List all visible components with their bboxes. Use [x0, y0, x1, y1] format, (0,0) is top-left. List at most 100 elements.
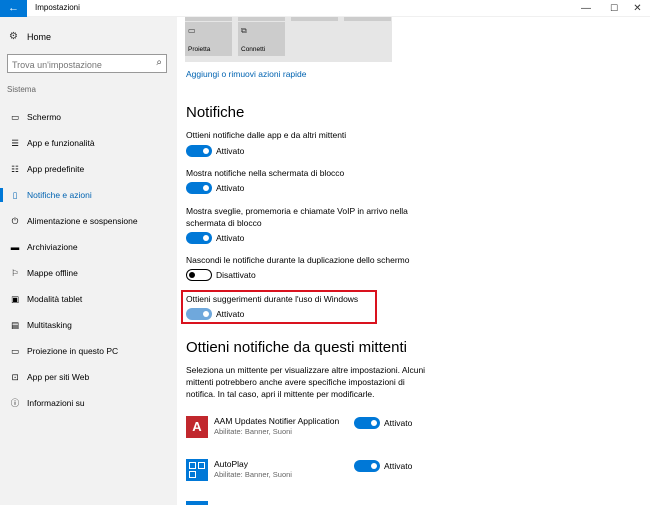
sidebar-item-label: Schermo	[27, 112, 62, 122]
edit-quick-actions-link[interactable]: Aggiungi o rimuovi azioni rapide	[186, 69, 307, 79]
main-content: ▭ Proietta ⧉ Connetti Aggiungi o rimuovi…	[177, 17, 650, 505]
search-icon[interactable]: ⌕	[156, 57, 162, 68]
close-icon: ✕	[633, 3, 642, 14]
quick-action-tile[interactable]	[238, 17, 285, 21]
toggle-app-notifications[interactable]: Attivato	[186, 145, 244, 157]
sidebar-item-label: Notifiche e azioni	[27, 190, 92, 200]
sidebar-item-label: Modalità tablet	[27, 294, 83, 304]
sidebar-item-5[interactable]: ▬ Archiviazione	[0, 234, 177, 260]
sidebar-item-label: Informazioni su	[27, 398, 85, 408]
quick-action-tile[interactable]	[344, 17, 391, 21]
search-box[interactable]: ⌕	[7, 54, 167, 74]
back-arrow-icon: ←	[8, 2, 19, 14]
gear-icon: ⚙	[9, 31, 18, 42]
sidebar-item-7[interactable]: ▣ Modalità tablet	[0, 286, 177, 312]
sidebar-item-6[interactable]: ⚐ Mappe offline	[0, 260, 177, 286]
section-label: Sistema	[7, 85, 36, 94]
adobe-icon: A	[186, 416, 208, 438]
sender-row-autoplay[interactable]: AutoPlay Abilitate: Banner, Suoni Attiva…	[186, 459, 646, 489]
apps-list-icon: ☰	[11, 137, 19, 148]
sidebar: ⚙ Home ⌕ Sistema ▭ Schermo ☰ App e funziona…	[0, 17, 177, 505]
minimize-icon: —	[581, 3, 591, 14]
projection-icon: ▭	[10, 345, 20, 356]
toggle-state: Attivato	[216, 233, 245, 243]
home-label: Home	[27, 31, 52, 42]
sidebar-item-4[interactable]: ⏻ Alimentazione e sospensione	[0, 208, 177, 234]
senders-description: Seleziona un mittente per visualizzare a…	[186, 365, 426, 399]
toggle-state: Attivato	[384, 418, 413, 428]
notifications-heading: Notifiche	[186, 104, 245, 121]
sidebar-item-11[interactable]: ⓘ Informazioni su	[0, 390, 177, 416]
quick-action-proietta[interactable]: ▭ Proietta	[185, 22, 232, 56]
default-apps-icon: ☷	[11, 163, 19, 174]
quick-action-tile[interactable]	[291, 17, 338, 21]
toggle-hide-when-duplicating[interactable]: Disattivato	[186, 269, 256, 281]
setting-label: Ottieni suggerimenti durante l'uso di Wi…	[186, 294, 359, 304]
sidebar-item-label: Mappe offline	[27, 268, 78, 278]
toggle-lock-screen-notifications[interactable]: Attivato	[186, 182, 244, 194]
sender-subtitle: Abilitate: Banner, Suoni	[214, 427, 292, 436]
toggle-switch[interactable]	[354, 460, 380, 472]
toggle-switch[interactable]	[186, 182, 212, 194]
multitasking-icon: ▤	[10, 319, 20, 330]
quick-action-connetti[interactable]: ⧉ Connetti	[238, 22, 285, 56]
setting-label: Ottieni notifiche dalle app e da altri m…	[186, 130, 347, 140]
notifications-icon: ▯	[12, 189, 18, 200]
sidebar-item-2[interactable]: ☷ App predefinite	[0, 156, 177, 182]
sidebar-item-label: Proiezione in questo PC	[27, 346, 119, 356]
quick-action-tile[interactable]	[185, 17, 232, 21]
toggle-state: Disattivato	[216, 270, 256, 280]
monitor-icon: ▭	[10, 111, 20, 122]
toggle-state: Attivato	[216, 309, 245, 319]
sender-toggle[interactable]: Attivato	[354, 460, 412, 472]
back-button[interactable]: ←	[0, 0, 27, 17]
toggle-switch[interactable]	[186, 308, 212, 320]
setting-label: Mostra notifiche nella schermata di bloc…	[186, 168, 345, 178]
home-link[interactable]: ⚙ Home	[9, 31, 51, 42]
sidebar-item-label: App per siti Web	[27, 372, 90, 382]
title-bar: ← Impostazioni — ☐ ✕	[0, 0, 650, 17]
autoplay-icon	[186, 459, 208, 481]
sidebar-item-3[interactable]: ▯ Notifiche e azioni	[0, 182, 177, 208]
sender-row-aam[interactable]: A AAM Updates Notifier Application Abili…	[186, 416, 646, 446]
toggle-switch[interactable]	[186, 232, 212, 244]
map-icon: ⚐	[11, 267, 19, 278]
tile-label: Connetti	[241, 46, 266, 53]
setting-label: Mostra sveglie, promemoria e chiamate Vo…	[186, 206, 408, 228]
sender-subtitle: Abilitate: Banner, Suoni	[214, 470, 292, 479]
tile-label: Proietta	[188, 46, 211, 53]
toggle-switch[interactable]	[186, 145, 212, 157]
search-input[interactable]	[8, 56, 148, 74]
sidebar-item-label: Multitasking	[27, 320, 72, 330]
toggle-switch[interactable]	[354, 417, 380, 429]
sidebar-item-label: App e funzionalità	[27, 138, 95, 148]
toggle-windows-tips[interactable]: Attivato	[186, 308, 244, 320]
quick-actions-panel: ▭ Proietta ⧉ Connetti	[185, 17, 392, 62]
sidebar-nav: ▭ Schermo ☰ App e funzionalità ☷ App predefin…	[0, 104, 177, 416]
project-icon: ▭	[188, 26, 196, 35]
sender-icon-partial	[186, 501, 208, 505]
sidebar-item-0[interactable]: ▭ Schermo	[0, 104, 177, 130]
toggle-state: Attivato	[384, 461, 413, 471]
sidebar-item-9[interactable]: ▭ Proiezione in questo PC	[0, 338, 177, 364]
sender-name: AutoPlay	[214, 459, 249, 469]
window-title: Impostazioni	[35, 3, 80, 12]
senders-heading: Ottieni notifiche da questi mittenti	[186, 339, 407, 356]
maximize-icon: ☐	[609, 3, 619, 13]
sidebar-item-8[interactable]: ▤ Multitasking	[0, 312, 177, 338]
sidebar-item-label: Alimentazione e sospensione	[27, 216, 138, 226]
sidebar-item-10[interactable]: ⊡ App per siti Web	[0, 364, 177, 390]
toggle-switch[interactable]	[186, 269, 212, 281]
tablet-icon: ▣	[10, 293, 20, 304]
connect-icon: ⧉	[241, 26, 247, 35]
sender-name: AAM Updates Notifier Application	[214, 416, 340, 426]
toggle-state: Attivato	[216, 146, 245, 156]
sidebar-item-1[interactable]: ☰ App e funzionalità	[0, 130, 177, 156]
setting-label: Nascondi le notifiche durante la duplica…	[186, 255, 410, 265]
close-button[interactable]: ✕	[625, 0, 650, 17]
toggle-alarms-lock-screen[interactable]: Attivato	[186, 232, 244, 244]
sender-toggle[interactable]: Attivato	[354, 417, 412, 429]
power-icon: ⏻	[11, 215, 19, 226]
storage-icon: ▬	[10, 242, 20, 252]
sidebar-item-label: App predefinite	[27, 164, 85, 174]
